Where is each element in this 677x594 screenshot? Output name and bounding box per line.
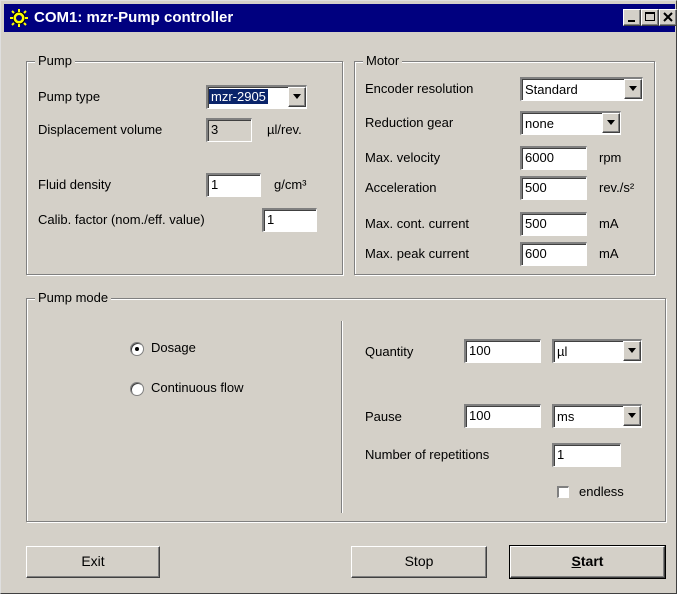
pump-type-select[interactable]: mzr-2905 [206, 85, 307, 109]
window-title: COM1: mzr-Pump controller [34, 9, 234, 26]
endless-label[interactable]: endless [579, 484, 624, 499]
acceleration-label: Acceleration [365, 180, 437, 195]
dropdown-button[interactable] [623, 406, 641, 426]
dosage-radio[interactable] [130, 342, 144, 356]
pump-mode-group-title: Pump mode [35, 290, 112, 305]
chevron-down-icon [607, 120, 615, 125]
quantity-input[interactable]: 100 [464, 339, 541, 363]
app-window: COM1: mzr-Pump controller Pump Pump type… [0, 0, 677, 594]
dropdown-button[interactable] [602, 113, 620, 133]
repetitions-label: Number of repetitions [365, 447, 490, 462]
chevron-down-icon [629, 86, 637, 91]
pause-input[interactable]: 100 [464, 404, 541, 428]
peak-current-unit: mA [599, 246, 619, 261]
dropdown-button[interactable] [288, 87, 306, 107]
mode-divider [341, 321, 343, 513]
density-unit: g/cm³ [274, 177, 307, 192]
radio-dot-icon [135, 347, 139, 351]
gear-icon [10, 9, 28, 27]
dropdown-button[interactable] [623, 341, 641, 361]
cont-current-label: Max. cont. current [365, 216, 470, 231]
pump-group-title: Pump [35, 53, 75, 68]
acceleration-input[interactable]: 500 [520, 176, 587, 200]
chevron-down-icon [628, 413, 636, 418]
calib-input[interactable]: 1 [262, 208, 317, 232]
continuous-flow-label[interactable]: Continuous flow [151, 380, 244, 395]
acceleration-unit: rev./s² [599, 180, 635, 195]
displacement-label: Displacement volume [38, 122, 163, 137]
encoder-select[interactable]: Standard [520, 77, 643, 101]
density-label: Fluid density [38, 177, 111, 192]
displacement-field: 3 [206, 118, 252, 142]
title-bar[interactable]: COM1: mzr-Pump controller [4, 4, 677, 32]
start-button[interactable]: Start [509, 545, 666, 579]
repetitions-input[interactable]: 1 [552, 443, 621, 467]
peak-current-input[interactable]: 600 [520, 242, 587, 266]
gear-select[interactable]: none [520, 111, 621, 135]
displacement-unit: µl/rev. [267, 122, 302, 137]
velocity-unit: rpm [599, 150, 622, 165]
calib-label: Calib. factor (nom./eff. value) [38, 212, 205, 227]
dosage-label[interactable]: Dosage [151, 340, 196, 355]
velocity-label: Max. velocity [365, 150, 441, 165]
minimize-button[interactable] [623, 9, 641, 26]
quantity-label: Quantity [365, 344, 414, 359]
encoder-label: Encoder resolution [365, 81, 474, 96]
pause-label: Pause [365, 409, 402, 424]
endless-checkbox[interactable] [557, 486, 569, 498]
pump-type-label: Pump type [38, 89, 101, 104]
stop-button[interactable]: Stop [351, 546, 487, 578]
minimize-icon [628, 20, 635, 22]
maximize-button[interactable] [641, 9, 659, 26]
close-icon [663, 12, 673, 22]
gear-label: Reduction gear [365, 115, 454, 130]
motor-group-title: Motor [363, 53, 403, 68]
continuous-flow-radio[interactable] [130, 382, 144, 396]
quantity-unit-select[interactable]: µl [552, 339, 642, 363]
pause-unit-select[interactable]: ms [552, 404, 642, 428]
chevron-down-icon [628, 348, 636, 353]
velocity-input[interactable]: 6000 [520, 146, 587, 170]
maximize-icon [645, 12, 655, 21]
cont-current-unit: mA [599, 216, 619, 231]
peak-current-label: Max. peak current [365, 246, 470, 261]
close-button[interactable] [659, 9, 677, 26]
dropdown-button[interactable] [624, 79, 642, 99]
exit-button[interactable]: Exit [26, 546, 160, 578]
density-input[interactable]: 1 [206, 173, 261, 197]
cont-current-input[interactable]: 500 [520, 212, 587, 236]
chevron-down-icon [293, 94, 301, 99]
